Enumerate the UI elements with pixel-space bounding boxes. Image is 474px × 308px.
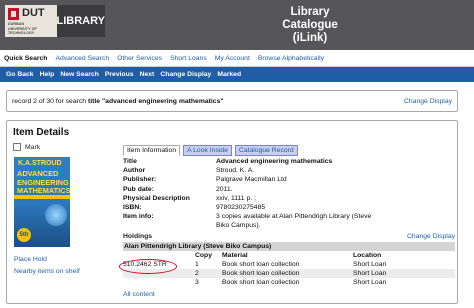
nav-my-account[interactable]: My Account: [211, 55, 254, 62]
cover-stripe: [14, 195, 70, 199]
call-number-highlight-circle: [119, 259, 177, 274]
cover-edition-badge: 5th: [17, 228, 31, 242]
record-change-display-link[interactable]: Change Display: [404, 98, 452, 105]
page-title-line-1: Library: [290, 6, 330, 18]
holdings-header: Holdings Change Display: [123, 233, 455, 240]
info-value: 3 copies available at Alan Pittendrigh L…: [216, 213, 372, 221]
info-value: xxiv, 1111 p. ;: [216, 194, 256, 202]
cover-graphic: [45, 204, 67, 226]
dut-logo-sub-1: DURBAN: [8, 22, 25, 26]
record-field: title: [87, 97, 101, 105]
column-header-location: Location: [353, 252, 382, 259]
mark-checkbox[interactable]: [13, 143, 21, 151]
info-label: Title: [123, 158, 137, 166]
record-query: "advanced engineering mathematics": [101, 97, 224, 105]
info-row-author: Author Stroud, K. A.: [123, 166, 453, 175]
nav-quick-search[interactable]: Quick Search: [0, 55, 51, 62]
table-row: 510.2462 STR 1 Book short loan collectio…: [119, 259, 455, 274]
cover-title: ADVANCED ENGINEERING MATHEMATICS: [17, 169, 70, 196]
dut-logo-sub-3: TECHNOLOGY: [8, 31, 35, 35]
dut-logo-text: DUT: [22, 7, 45, 19]
page-title: Library Catalogue (iLink): [250, 6, 370, 45]
info-label: Pub date:: [123, 185, 154, 193]
previous-button[interactable]: Previous: [102, 71, 137, 78]
holdings-table: Copy Material Location 510.2462 STR 1 Bo…: [119, 251, 455, 287]
info-label: Publisher:: [123, 176, 157, 184]
record-bar: record 2 of 30 for search title "advance…: [6, 90, 458, 112]
tab-a-look-inside[interactable]: A Look Inside: [183, 145, 232, 156]
item-tabs: Item Information A Look Inside Catalogue…: [123, 145, 298, 156]
table-row: 3 Book short loan collection Short Loan: [123, 278, 455, 287]
nav-short-loans[interactable]: Short Loans: [166, 55, 211, 62]
dut-logo-mark-icon: [8, 8, 19, 20]
item-information-table: Title Advanced engineering mathematics A…: [123, 157, 453, 231]
location: Short Loan: [353, 279, 387, 286]
info-row-isbn: ISBN: 9780230275485: [123, 203, 453, 212]
nav-other-services[interactable]: Other Services: [113, 55, 166, 62]
place-hold-link[interactable]: Place Hold: [14, 256, 47, 263]
dut-logo-sub-2: UNIVERSITY OF: [8, 26, 37, 31]
record-summary: record 2 of 30 for search title "advance…: [12, 98, 224, 105]
item-details-heading: Item Details: [13, 127, 70, 138]
dut-logo: DUT DURBAN UNIVERSITY OF TECHNOLOGY: [5, 5, 57, 37]
record-prefix: record 2 of 30 for search: [12, 97, 87, 105]
mark-control[interactable]: Mark: [13, 143, 40, 151]
library-logo-text: LIBRARY: [56, 5, 105, 37]
info-label: ISBN:: [123, 204, 142, 212]
info-value: 2011.: [216, 185, 233, 193]
nearby-items-link[interactable]: Nearby items on shelf: [14, 268, 80, 275]
cover-author: K.A.STROUD: [18, 160, 62, 167]
copy-number: 2: [195, 270, 199, 277]
material: Book short loan collection: [222, 261, 300, 268]
column-header-material: Material: [222, 252, 248, 259]
info-row-publisher: Publisher: Palgrave Macmillan Ltd: [123, 175, 453, 184]
action-bar: Go Back Help New Search Previous Next Ch…: [0, 67, 474, 82]
info-label: Item info:: [123, 213, 154, 221]
item-details-panel: Item Details Mark K.A.STROUD ADVANCED EN…: [6, 120, 458, 304]
tab-catalogue-record[interactable]: Catalogue Record: [234, 145, 298, 156]
holdings-label: Holdings: [123, 233, 153, 240]
info-value: Palgrave Macmillan Ltd: [216, 176, 287, 184]
copy-number: 3: [195, 279, 199, 286]
page-title-line-2: Catalogue: [282, 19, 338, 31]
nav-browse-alphabetically[interactable]: Browse Alphabetically: [254, 55, 328, 62]
dut-library-logo[interactable]: DUT DURBAN UNIVERSITY OF TECHNOLOGY LIBR…: [5, 5, 105, 37]
site-header: DUT DURBAN UNIVERSITY OF TECHNOLOGY LIBR…: [0, 0, 474, 50]
all-content-link[interactable]: All content: [123, 291, 155, 298]
info-value: Biko Campus).: [216, 222, 261, 230]
info-row-item-info: Item info: 3 copies available at Alan Pi…: [123, 212, 453, 221]
info-row-pub-date: Pub date: 2011.: [123, 185, 453, 194]
holdings-change-display-link[interactable]: Change Display: [407, 233, 455, 240]
info-value: Stroud, K. A.: [216, 167, 255, 175]
book-cover-image: K.A.STROUD ADVANCED ENGINEERING MATHEMAT…: [14, 157, 70, 247]
marked-button[interactable]: Marked: [214, 71, 244, 78]
info-value: Advanced engineering mathematics: [216, 158, 333, 166]
info-label: Author: [123, 167, 146, 175]
nav-advanced-search[interactable]: Advanced Search: [51, 55, 113, 62]
info-value: 9780230275485: [216, 204, 266, 212]
info-row-physical-description: Physical Description xxiv, 1111 p. ;: [123, 194, 453, 203]
page-title-line-3: (iLink): [292, 32, 328, 44]
copy-number: 1: [195, 261, 199, 268]
holdings-header-row: Copy Material Location: [123, 251, 455, 260]
library-name-bar: Alan Pittendrigh Library (Steve Biko Cam…: [123, 242, 455, 251]
mark-label: Mark: [25, 143, 41, 151]
material: Book short loan collection: [222, 279, 300, 286]
column-header-copy: Copy: [195, 252, 212, 259]
location: Short Loan: [353, 261, 387, 268]
help-button[interactable]: Help: [37, 71, 58, 78]
call-number: 510.2462 STR: [119, 259, 195, 274]
material: Book short loan collection: [222, 270, 300, 277]
go-back-button[interactable]: Go Back: [3, 71, 37, 78]
next-button[interactable]: Next: [137, 71, 158, 78]
location: Short Loan: [353, 270, 387, 277]
tab-item-information[interactable]: Item Information: [123, 145, 181, 156]
info-row-item-info-continued: Biko Campus).: [123, 221, 453, 230]
change-display-button[interactable]: Change Display: [157, 71, 214, 78]
new-search-button[interactable]: New Search: [57, 71, 102, 78]
info-label: Physical Description: [123, 194, 190, 202]
info-row-title: Title Advanced engineering mathematics: [123, 157, 453, 166]
top-navigation: Quick Search Advanced Search Other Servi…: [0, 50, 474, 67]
